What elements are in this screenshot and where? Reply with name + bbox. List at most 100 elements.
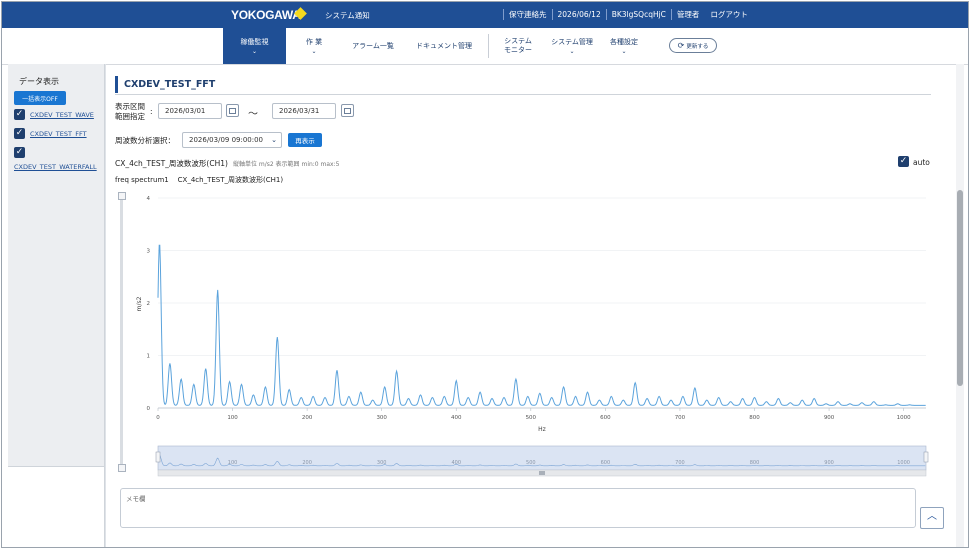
sidebar-link-wave[interactable]: CXDEV_TEST_WAVE [30,111,94,119]
navigator-right-handle [923,451,929,463]
system-notice-link[interactable]: システム通知 [325,10,370,21]
divider [605,9,607,20]
nav-alarm-list[interactable]: アラーム一覧 [345,28,401,64]
x-axis-label: Hz [538,426,546,433]
freq-analysis-label: 周波数分析選択： [115,136,175,145]
checkbox-waterfall[interactable]: ✓ [14,147,25,158]
colon: : [150,107,153,116]
x-tick-label: 1000 [897,415,911,421]
x-tick-label: 0 [156,415,160,421]
y-tick-label: 4 [147,196,151,202]
nav-system-management[interactable]: システム管理 ⌄ [545,28,599,64]
range-label: 表示区間 範囲指定 [115,102,145,121]
x-tick-label: 800 [749,415,760,421]
date-from-input[interactable]: 2026/03/01 [158,103,222,119]
logout-link[interactable]: ログアウト [710,9,748,20]
top-bar: YOKOGAWA システム通知 保守連絡先 2026/06/12 BK3lgSQ… [2,2,968,28]
sidebar: データ表示 一括表示OFF ✓ CXDEV_TEST_WAVE ✓ CXDEV_… [8,64,105,466]
x-tick-label: 100 [227,415,238,421]
range-navigator[interactable]: 100 200 300 400 500 600 700 800 900 1000 [155,445,929,477]
x-tick-label: 300 [376,415,387,421]
nav-label: 稼働監視 [240,37,269,46]
range-separator: 〜 [248,109,258,120]
chevron-down-icon: ⌄ [621,47,627,55]
x-tick-label: 200 [302,415,313,421]
chevron-down-icon: ⌄ [569,47,575,55]
x-tick-label: 500 [526,415,537,421]
y-axis-ticks: 0 1 2 3 4 [147,196,151,412]
nav-settings[interactable]: 各種設定 ⌄ [604,28,644,64]
navigator-tick-label: 500 [526,460,536,466]
chevron-up-icon: ︿ [927,511,937,522]
nav-work[interactable]: 作 業 ⌄ [292,28,336,64]
memo-field[interactable] [120,488,916,528]
y-slider-top-handle[interactable] [118,192,126,200]
scroll-to-top-button[interactable]: ︿ [920,507,944,529]
navigator-tick-label: 100 [228,460,238,466]
divider [115,94,931,95]
x-axis-ticks: 0 100 200 300 400 500 600 700 800 900 1000 [156,408,911,421]
navigator-left-handle [155,451,161,463]
header-meta: 保守連絡先 2026/06/12 BK3lgSQcqHjC 管理者 ログアウト [498,9,748,20]
x-tick-label: 600 [600,415,611,421]
date-to-input[interactable]: 2026/03/31 [272,103,336,119]
nav-label: 各種設定 [610,37,638,46]
y-tick-label: 0 [147,406,151,412]
freq-analysis-select[interactable]: 2026/03/09 09:00:00 ⌄ [182,132,282,148]
nav-label: 作 業 [305,37,323,46]
fft-chart: 0 1 2 3 4 0 100 200 300 400 500 600 700 800 900 1000 m… [136,196,929,477]
nav-system-monitor[interactable]: システム モニター [496,28,540,64]
divider [503,9,504,20]
navigator-tick-label: 600 [601,460,611,466]
y-tick-label: 3 [147,249,151,255]
chevron-down-icon: ⌄ [251,47,258,55]
auto-checkbox[interactable]: ✓ [898,156,909,167]
navigator-tick-label: 400 [451,460,461,466]
calendar-icon[interactable] [226,104,239,117]
nav-label: システム管理 [551,37,593,46]
user-role: 管理者 [676,10,700,19]
toggle-all-off-button[interactable]: 一括表示OFF [14,91,66,105]
auto-label: auto [913,158,930,167]
page-scrollbar-thumb[interactable] [957,190,963,386]
yokogawa-logo[interactable]: YOKOGAWA [231,8,301,22]
sidebar-link-waterfall[interactable]: CXDEV_TEST_WATERFALL [14,163,97,171]
chart-subtitle: freq spectrum1 CX_4ch_TEST_周波数波形(CH1) [115,176,284,184]
refresh-button[interactable]: ⟳ 更新する [669,38,717,53]
divider [551,9,553,20]
y-tick-label: 1 [147,354,151,360]
navigator-scrollbar-grip [539,471,545,475]
nav-document-management[interactable]: ドキュメント管理 [411,28,477,64]
main-nav: 稼働監視 ⌄ 作 業 ⌄ アラーム一覧 ドキュメント管理 システム モニター シ… [2,28,968,65]
title-accent [115,76,118,93]
user-id: BK3lgSQcqHjC [611,10,666,19]
maintenance-contact-link[interactable]: 保守連絡先 [509,9,547,20]
page-title: CXDEV_TEST_FFT [124,79,216,90]
navigator-window [157,445,927,471]
refresh-label: 更新する [686,43,709,50]
refresh-icon: ⟳ [677,41,685,50]
memo-label: メモ欄 [126,495,146,503]
chevron-down-icon: ⌄ [311,47,317,55]
nav-operation-monitor[interactable]: 稼働監視 ⌄ [223,28,286,64]
navigator-tick-label: 200 [302,460,312,466]
calendar-icon[interactable] [341,104,354,117]
app-window: YOKOGAWA システム通知 保守連絡先 2026/06/12 BK3lgSQ… [1,1,969,548]
current-date: 2026/06/12 [557,10,601,19]
x-tick-label: 900 [824,415,835,421]
nav-label: アラーム一覧 [352,41,394,50]
sidebar-title: データ表示 [19,77,59,86]
checkbox-wave[interactable]: ✓ [14,109,25,120]
navigator-tick-label: 800 [750,460,760,466]
sidebar-link-fft[interactable]: CXDEV_TEST_FFT [30,130,87,138]
y-slider-bottom-handle[interactable] [118,464,126,472]
checkbox-fft[interactable]: ✓ [14,128,25,139]
y-range-slider[interactable] [120,194,123,469]
nav-label: ドキュメント管理 [416,41,472,50]
fft-series-line [157,244,926,406]
redisplay-button[interactable]: 再表示 [288,133,322,147]
chart-header: CX_4ch_TEST_周波数波形(CH1) 縦軸単位 m/s2 表示範囲 min… [115,158,339,169]
y-axis-label: m/s2 [136,296,143,311]
divider [105,64,106,547]
